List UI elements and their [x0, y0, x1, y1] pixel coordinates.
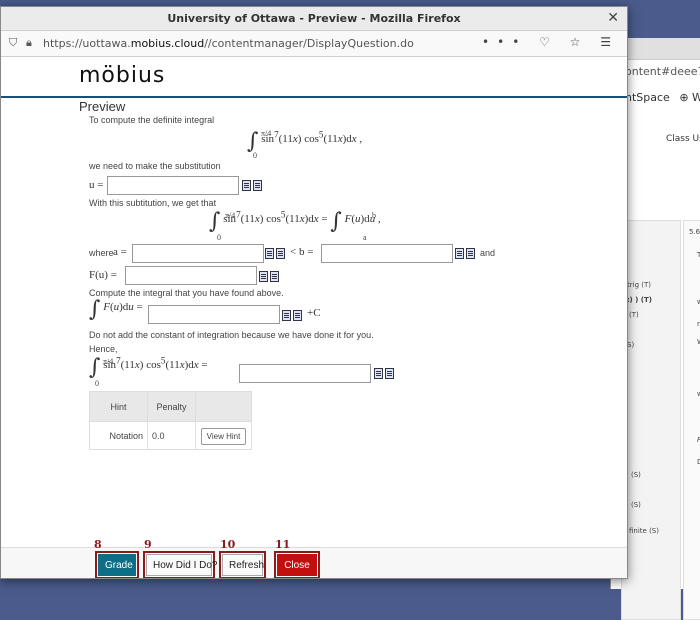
close-button[interactable]: Close: [274, 551, 320, 578]
hint-cell: Notation: [89, 421, 148, 450]
header-divider: [1, 96, 627, 98]
equation-editor-icon[interactable]: [270, 271, 279, 282]
marker-label: 11: [275, 538, 291, 551]
Fu-label: F(u) =: [89, 269, 117, 281]
a-input[interactable]: [132, 244, 264, 263]
bookmark-item[interactable]: ⊕ We: [679, 91, 700, 104]
equation-editor-icon[interactable]: [466, 248, 475, 259]
equation-editor-icon[interactable]: [253, 180, 262, 191]
refresh-button[interactable]: Refresh: [219, 551, 266, 578]
equation-editor-icon[interactable]: [385, 368, 394, 379]
background-url: ontent#deee7ab: [625, 65, 700, 78]
page-heading: Preview: [79, 99, 126, 114]
hint-header: Hint: [89, 391, 148, 422]
background-panel-right: [683, 220, 700, 620]
address-bar[interactable]: ⛉ 🔒︎ https://uottawa.mobius.cloud//conte…: [1, 31, 627, 57]
bookmark-item[interactable]: htSpace: [625, 91, 670, 104]
table-row: Notation 0.0 View Hint: [89, 421, 252, 450]
hint-table: Hint Penalty Notation 0.0 View Hint: [89, 391, 252, 450]
background-panel: [621, 220, 681, 620]
a-label: a =: [113, 246, 127, 258]
window-title: University of Ottawa - Preview - Mozilla…: [167, 12, 461, 25]
antiderivative-expression: ∫ F(u)du =: [89, 297, 143, 322]
upper-limit: π/4: [261, 129, 272, 138]
how-did-i-do-button[interactable]: How Did I Do?: [143, 551, 217, 578]
substitution-result-text: With this subtitution, we get that: [89, 198, 217, 208]
plus-c-label: +C: [307, 307, 321, 319]
Fu-input[interactable]: [125, 266, 257, 285]
url-text[interactable]: https://uottawa.mobius.cloud//contentman…: [43, 37, 414, 50]
window-titlebar: University of Ottawa - Preview - Mozilla…: [1, 7, 627, 31]
no-constant-note: Do not add the constant of integration b…: [89, 330, 374, 340]
preview-icon[interactable]: [282, 310, 291, 321]
shield-icon[interactable]: ⛉: [9, 36, 17, 50]
preview-icon[interactable]: [259, 271, 268, 282]
background-item: 5.6: [689, 228, 700, 236]
window-close-icon[interactable]: ✕: [607, 10, 619, 26]
final-answer-input[interactable]: [239, 364, 371, 383]
action-header: [195, 391, 252, 422]
url-bar-icons[interactable]: ••• ♡ ☆ ☰: [482, 35, 619, 49]
where-label: where: [89, 248, 114, 258]
b-input[interactable]: [321, 244, 453, 263]
background-item: (S): [631, 471, 641, 479]
grade-button[interactable]: Grade: [95, 551, 139, 578]
upper-limit: π/4: [225, 211, 236, 220]
background-class-use-label: Class Use: [666, 134, 700, 144]
b-label: < b =: [290, 246, 314, 258]
lower-limit: 0: [217, 233, 221, 242]
background-bookmarks: htSpace ⊕ We: [625, 91, 700, 104]
lower-limit-a: a: [363, 233, 367, 242]
marker-label: 9: [144, 538, 152, 551]
action-cell: View Hint: [195, 421, 252, 450]
background-item: S): [627, 341, 635, 349]
and-label: and: [480, 248, 496, 258]
penalty-header: Penalty: [147, 391, 196, 422]
substitution-prompt: we need to make the substitution: [89, 161, 221, 171]
preview-icon[interactable]: [455, 248, 464, 259]
view-hint-button[interactable]: View Hint: [200, 427, 247, 445]
preview-icon[interactable]: [374, 368, 383, 379]
equation-editor-icon[interactable]: [276, 248, 285, 259]
intro-text: To compute the definite integral: [89, 115, 215, 125]
marker-label: 10: [220, 538, 236, 551]
antiderivative-input[interactable]: [148, 305, 280, 324]
background-item: x) ) (T): [625, 296, 652, 304]
firefox-window: University of Ottawa - Preview - Mozilla…: [0, 6, 628, 579]
penalty-cell: 0.0: [147, 421, 196, 450]
background-item: (T): [629, 311, 639, 319]
lock-icon[interactable]: 🔒︎: [26, 36, 32, 50]
lower-limit: 0: [253, 151, 257, 160]
upper-limit: π/4: [103, 357, 114, 366]
marker-label: 8: [94, 538, 102, 551]
upper-limit-b: b: [372, 211, 376, 220]
background-item: finite (S): [629, 527, 659, 535]
background-item: (S): [631, 501, 641, 509]
preview-icon[interactable]: [265, 248, 274, 259]
u-label: u =: [89, 179, 104, 191]
preview-icon[interactable]: [242, 180, 251, 191]
hence-label: Hence,: [89, 344, 118, 354]
u-input[interactable]: [107, 176, 239, 195]
mobius-logo: möbius: [79, 63, 166, 88]
background-item: trig (T): [627, 281, 651, 289]
lower-limit: 0: [95, 379, 99, 388]
equation-editor-icon[interactable]: [293, 310, 302, 321]
